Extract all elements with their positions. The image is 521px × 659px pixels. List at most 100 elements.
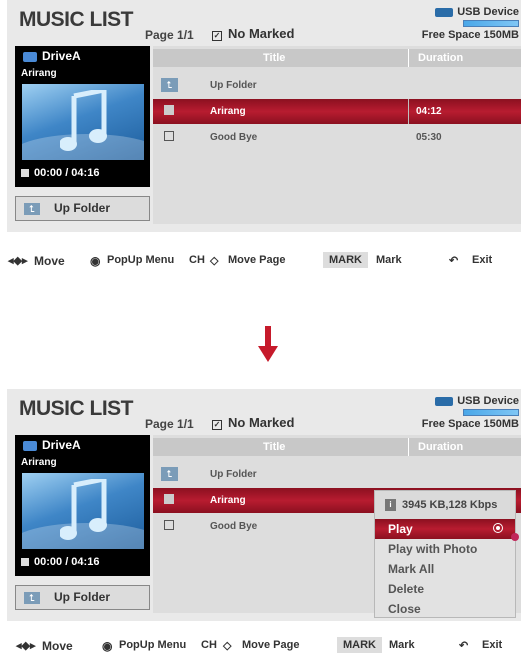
mark-status: ✓ No Marked bbox=[212, 415, 294, 430]
mark-status-text: No Marked bbox=[228, 26, 295, 41]
ch-updown-icon: ◇ bbox=[223, 640, 232, 652]
mark-key: MARK bbox=[323, 252, 368, 268]
pointer-dot bbox=[511, 533, 519, 541]
list-item-good-bye[interactable]: Good Bye 05:30 bbox=[153, 125, 521, 150]
page-indicator: Page 1/1 bbox=[145, 417, 194, 431]
music-note-icon bbox=[60, 90, 107, 151]
up-folder-icon: ⮤ bbox=[24, 202, 40, 215]
checkbox-icon bbox=[164, 105, 174, 115]
list-item-up-folder[interactable]: ⮤ Up Folder bbox=[153, 73, 521, 98]
album-art bbox=[22, 84, 144, 160]
exit-icon: ↶ bbox=[459, 640, 469, 652]
checkbox-icon bbox=[164, 520, 174, 530]
mark-status-text: No Marked bbox=[228, 415, 295, 430]
ch-updown-icon: ◇ bbox=[210, 255, 219, 267]
up-folder-button[interactable]: ⮤ Up Folder bbox=[15, 196, 150, 221]
drive-name: DriveA bbox=[42, 438, 81, 452]
move-page-label: Move Page bbox=[242, 639, 300, 651]
list-item-duration: 04:12 bbox=[416, 106, 442, 117]
move-arrows-icon: ◂◆▸ bbox=[16, 640, 36, 652]
drive-label: DriveA bbox=[23, 438, 81, 452]
usb-label: USB Device bbox=[457, 395, 519, 407]
popup-item-close[interactable]: Close bbox=[375, 599, 515, 619]
music-note-icon bbox=[60, 479, 107, 540]
usb-device-info: USB Device Free Space 150MB bbox=[422, 6, 519, 41]
storage-bar bbox=[463, 20, 519, 27]
usb-icon bbox=[435, 7, 454, 17]
list-item-up-folder[interactable]: ⮤ Up Folder bbox=[153, 462, 521, 487]
popup-item-label: Delete bbox=[388, 582, 425, 596]
drive-name: DriveA bbox=[42, 49, 81, 63]
remote-key-guide: ◂◆▸ Move ◉ PopUp Menu CH ◇ Move Page MAR… bbox=[0, 252, 521, 272]
music-list-screen-before: MUSIC LIST Page 1/1 ✓ No Marked USB Devic… bbox=[7, 0, 521, 232]
now-playing-panel: DriveA Arirang 00:00 / 04:16 bbox=[15, 435, 150, 576]
checkbox-icon bbox=[164, 131, 174, 141]
column-duration: Duration bbox=[418, 441, 464, 453]
move-label: Move bbox=[34, 254, 65, 268]
exit-label: Exit bbox=[482, 639, 503, 651]
column-duration: Duration bbox=[418, 52, 464, 64]
ok-button-icon: ◉ bbox=[102, 639, 113, 653]
list-item-arirang[interactable]: Arirang 04:12 bbox=[153, 99, 521, 124]
up-folder-icon: ⮤ bbox=[161, 467, 178, 481]
popup-menu-label: PopUp Menu bbox=[119, 639, 187, 651]
list-item-duration: 05:30 bbox=[416, 132, 442, 143]
drive-icon bbox=[23, 440, 37, 451]
up-folder-button[interactable]: ⮤ Up Folder bbox=[15, 585, 150, 610]
album-art bbox=[22, 473, 144, 549]
drive-label: DriveA bbox=[23, 49, 81, 63]
ch-label: CH bbox=[189, 254, 205, 266]
popup-menu: i 3945 KB,128 Kbps Play Play with Photo M… bbox=[374, 490, 516, 618]
drive-icon bbox=[23, 51, 37, 62]
popup-item-label: Mark All bbox=[388, 562, 435, 576]
remote-key-guide: ◂◆▸ Move ◉ PopUp Menu CH ◇ Move Page MAR… bbox=[0, 637, 521, 657]
free-space: Free Space 150MB bbox=[421, 418, 519, 430]
ch-label: CH bbox=[201, 639, 217, 651]
list-item-name: Arirang bbox=[210, 495, 246, 506]
popup-item-label: Play with Photo bbox=[388, 542, 478, 556]
playback-time: 00:00 / 04:16 bbox=[21, 167, 99, 179]
track-name: Arirang bbox=[21, 68, 57, 79]
up-folder-icon: ⮤ bbox=[161, 78, 178, 92]
stop-icon bbox=[21, 558, 29, 567]
list-item-name: Up Folder bbox=[210, 80, 257, 91]
mark-key: MARK bbox=[337, 637, 382, 653]
list-header: Title Duration bbox=[153, 49, 521, 67]
now-playing-panel: DriveA Arirang 00:00 / 04:16 bbox=[15, 46, 150, 187]
stop-icon bbox=[21, 169, 29, 178]
arrow-down-icon bbox=[258, 326, 278, 362]
ok-button-icon: ◉ bbox=[90, 254, 101, 268]
usb-label: USB Device bbox=[457, 6, 519, 18]
mark-label: Mark bbox=[376, 254, 402, 266]
popup-item-delete[interactable]: Delete bbox=[375, 579, 515, 599]
list-item-name: Good Bye bbox=[210, 521, 258, 532]
list-item-name: Up Folder bbox=[210, 469, 257, 480]
move-label: Move bbox=[42, 639, 73, 653]
checkbox-icon: ✓ bbox=[212, 31, 222, 41]
usb-icon bbox=[435, 396, 454, 406]
track-name: Arirang bbox=[21, 457, 57, 468]
exit-label: Exit bbox=[472, 254, 493, 266]
popup-item-label: Play bbox=[388, 522, 413, 536]
file-list: Title Duration ⮤ Up Folder Arirang 04:12… bbox=[153, 46, 521, 224]
popup-item-mark-all[interactable]: Mark All bbox=[375, 559, 515, 579]
file-info-text: 3945 KB,128 Kbps bbox=[402, 499, 498, 511]
move-arrows-icon: ◂◆▸ bbox=[8, 255, 28, 267]
move-page-label: Move Page bbox=[228, 254, 286, 266]
info-icon: i bbox=[385, 499, 396, 512]
list-item-name: Arirang bbox=[210, 106, 246, 117]
exit-icon: ↶ bbox=[449, 255, 459, 267]
up-folder-button-label: Up Folder bbox=[54, 201, 110, 215]
page-title: MUSIC LIST bbox=[19, 397, 134, 420]
mark-label: Mark bbox=[389, 639, 415, 651]
checkbox-icon: ✓ bbox=[212, 420, 222, 430]
column-title: Title bbox=[263, 52, 286, 64]
popup-item-play-with-photo[interactable]: Play with Photo bbox=[375, 539, 515, 559]
checkbox-icon bbox=[164, 494, 174, 504]
up-folder-button-label: Up Folder bbox=[54, 590, 110, 604]
playback-time-text: 00:00 / 04:16 bbox=[34, 556, 100, 568]
up-folder-icon: ⮤ bbox=[24, 591, 40, 604]
popup-menu-label: PopUp Menu bbox=[107, 254, 175, 266]
popup-item-play[interactable]: Play bbox=[375, 519, 515, 539]
playback-time-text: 00:00 / 04:16 bbox=[34, 167, 100, 179]
